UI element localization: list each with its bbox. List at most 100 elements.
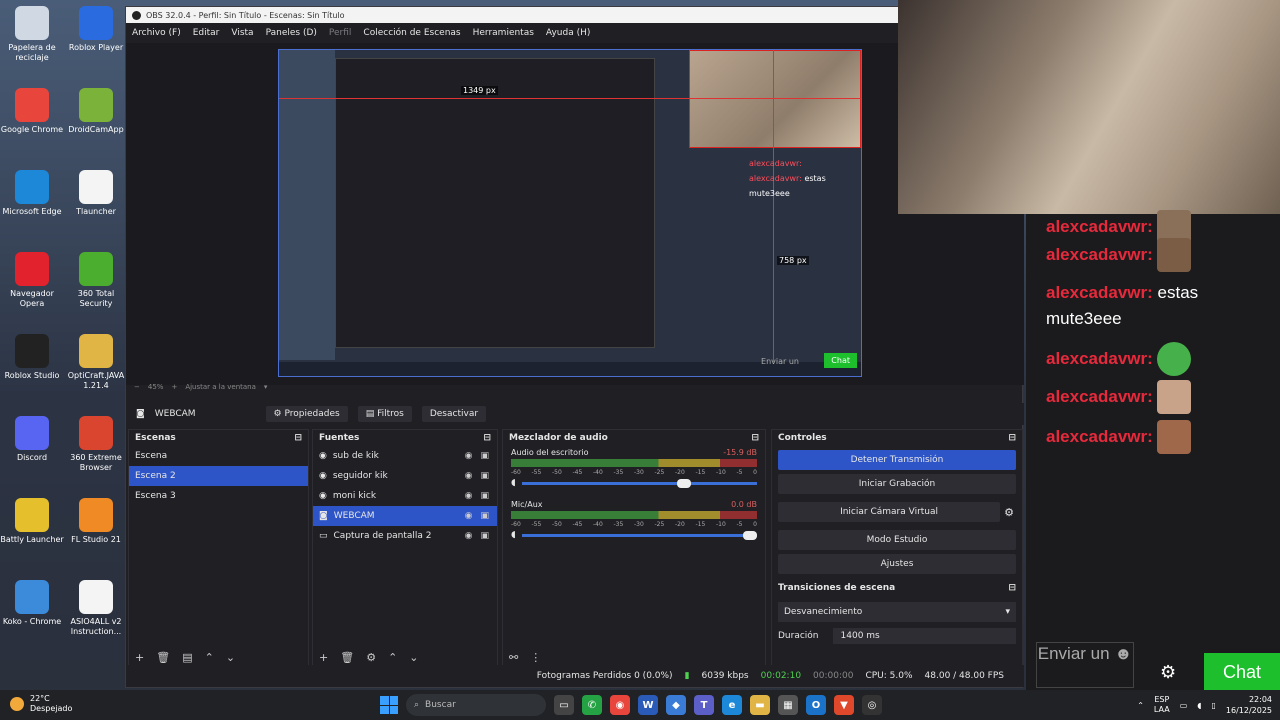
desktop-icon[interactable]: Koko - Chrome xyxy=(0,580,64,627)
trash-icon[interactable]: 🗑 xyxy=(340,651,354,664)
fit-window-label[interactable]: Ajustar a la ventana xyxy=(185,383,256,391)
speaker-icon[interactable]: ◖ xyxy=(511,478,516,488)
taskbar-search[interactable]: ⌕ Buscar xyxy=(406,694,546,716)
lock-icon[interactable]: ▣ xyxy=(480,511,489,521)
arrow-up-icon[interactable]: ⌃ xyxy=(205,651,214,664)
trash-icon[interactable]: 🗑 xyxy=(156,651,170,664)
chevron-up-icon[interactable]: ⌃ xyxy=(1137,701,1144,710)
menu-perfil[interactable]: Perfil xyxy=(329,28,352,38)
source-item[interactable]: ◉ sub de kik ◉ ▣ xyxy=(313,446,497,466)
dock-menu-icon[interactable]: ⊟ xyxy=(483,433,491,443)
webcam-source-box[interactable] xyxy=(689,50,861,148)
teams-icon[interactable]: T xyxy=(694,695,714,715)
gear-icon[interactable]: ⚙ xyxy=(1004,506,1014,519)
speaker-icon[interactable]: ◖ xyxy=(511,530,516,540)
dock-menu-icon[interactable]: ⊟ xyxy=(751,433,759,443)
link-icon[interactable]: ⚯ xyxy=(509,651,518,664)
scene-item[interactable]: Escena 3 xyxy=(129,486,308,506)
studio-mode-button[interactable]: Modo Estudio xyxy=(778,530,1016,550)
desktop-icon[interactable]: Papelera de reciclaje xyxy=(0,6,64,63)
lock-icon[interactable]: ▣ xyxy=(480,471,489,481)
eye-icon[interactable]: ◉ xyxy=(465,531,473,541)
desktop-icon[interactable]: OptiCraft.JAVA 1.21.4 xyxy=(64,334,128,391)
obs-icon[interactable]: ◎ xyxy=(862,695,882,715)
language-indicator[interactable]: ESP LAA xyxy=(1154,695,1170,715)
menu-vista[interactable]: Vista xyxy=(231,28,253,38)
volume-knob[interactable] xyxy=(743,530,757,540)
desktop-icon[interactable]: 360 Extreme Browser xyxy=(64,416,128,473)
menu-paneles[interactable]: Paneles (D) xyxy=(266,28,317,38)
edge-icon[interactable]: e xyxy=(722,695,742,715)
eye-icon[interactable]: ◉ xyxy=(465,491,473,501)
volume-knob[interactable] xyxy=(677,478,692,488)
chat-button[interactable]: Chat xyxy=(1204,653,1280,691)
gear-icon[interactable]: ⚙ xyxy=(366,651,376,664)
dock-menu-icon[interactable]: ⊟ xyxy=(1008,583,1016,593)
eye-icon[interactable]: ◉ xyxy=(465,451,473,461)
chevron-down-icon[interactable]: ▾ xyxy=(264,383,268,391)
zoom-out-icon[interactable]: − xyxy=(134,383,140,391)
desktop-icon[interactable]: DroidCamApp xyxy=(64,88,128,135)
desktop-icon[interactable]: Discord xyxy=(0,416,64,463)
lock-icon[interactable]: ▣ xyxy=(480,491,489,501)
desktop-icon[interactable]: Battly Launcher xyxy=(0,498,64,545)
source-item[interactable]: ◙ WEBCAM ◉ ▣ xyxy=(313,506,497,526)
arrow-down-icon[interactable]: ⌄ xyxy=(226,651,235,664)
source-item[interactable]: ▭ Captura de pantalla 2 ◉ ▣ xyxy=(313,526,497,546)
zoom-in-icon[interactable]: + xyxy=(171,383,177,391)
menu-coleccion[interactable]: Colección de Escenas xyxy=(363,28,460,38)
dock-menu-icon[interactable]: ⊟ xyxy=(294,433,302,443)
desktop-icon[interactable]: Navegador Opera xyxy=(0,252,64,309)
properties-button[interactable]: ⚙ Propiedades xyxy=(265,406,348,422)
virtual-cam-button[interactable]: Iniciar Cámara Virtual xyxy=(778,502,1001,522)
volume-icon[interactable]: ◖ xyxy=(1197,701,1201,710)
volume-slider[interactable] xyxy=(521,478,757,488)
desktop-icon[interactable]: ASIO4ALL v2 Instruction... xyxy=(64,580,128,637)
clock[interactable]: 22:04 16/12/2025 xyxy=(1226,694,1272,716)
arrow-up-icon[interactable]: ⌃ xyxy=(388,651,397,664)
add-icon[interactable]: + xyxy=(319,651,328,664)
lock-icon[interactable]: ▣ xyxy=(480,451,489,461)
menu-archivo[interactable]: Archivo (F) xyxy=(132,28,181,38)
volume-slider[interactable] xyxy=(521,530,757,540)
emoji-icon[interactable]: ☻ xyxy=(1114,644,1132,663)
whatsapp-icon[interactable]: ✆ xyxy=(582,695,602,715)
add-icon[interactable]: + xyxy=(135,651,144,664)
menu-editar[interactable]: Editar xyxy=(193,28,220,38)
desktop-icon[interactable]: Tlauncher xyxy=(64,170,128,217)
settings-button[interactable]: Ajustes xyxy=(778,554,1016,574)
source-item[interactable]: ◉ seguidor kik ◉ ▣ xyxy=(313,466,497,486)
desktop-icon[interactable]: Roblox Studio xyxy=(0,334,64,381)
lock-icon[interactable]: ▣ xyxy=(480,531,489,541)
weather-widget[interactable]: 22°C Despejado xyxy=(10,694,72,714)
desktop-icon[interactable]: Google Chrome xyxy=(0,88,64,135)
deactivate-button[interactable]: Desactivar xyxy=(421,406,487,422)
scene-item[interactable]: Escena xyxy=(129,446,308,466)
duration-input[interactable]: 1400 ms xyxy=(832,628,1016,644)
menu-herramientas[interactable]: Herramientas xyxy=(473,28,534,38)
word-icon[interactable]: W xyxy=(638,695,658,715)
desktop-icon[interactable]: 360 Total Security xyxy=(64,252,128,309)
desktop-icon[interactable]: Roblox Player xyxy=(64,6,128,53)
copilot-icon[interactable]: ◆ xyxy=(666,695,686,715)
stop-stream-button[interactable]: Detener Transmisión xyxy=(778,450,1016,470)
filters-button[interactable]: ▤ Filtros xyxy=(357,406,412,422)
outlook-icon[interactable]: O xyxy=(806,695,826,715)
transition-select[interactable]: Desvanecimiento ▾ xyxy=(778,602,1016,622)
eye-icon[interactable]: ◉ xyxy=(465,511,473,521)
preview-canvas[interactable]: 1349 px 758 px alexcadavwr: alexcadavwr:… xyxy=(278,49,862,377)
arrow-down-icon[interactable]: ⌄ xyxy=(409,651,418,664)
gear-icon[interactable]: ⚙ xyxy=(1160,662,1176,683)
folder-icon[interactable]: ▬ xyxy=(750,695,770,715)
chrome-icon[interactable]: ◉ xyxy=(610,695,630,715)
network-icon[interactable]: ▭ xyxy=(1180,701,1188,710)
start-recording-button[interactable]: Iniciar Grabación xyxy=(778,474,1016,494)
store-icon[interactable]: ▦ xyxy=(778,695,798,715)
windows-start-icon[interactable] xyxy=(380,696,398,714)
task-view-icon[interactable]: ▭ xyxy=(554,695,574,715)
eye-icon[interactable]: ◉ xyxy=(465,471,473,481)
scene-item[interactable]: Escena 2 xyxy=(129,466,308,486)
menu-ayuda[interactable]: Ayuda (H) xyxy=(546,28,590,38)
filter-icon[interactable]: ▤ xyxy=(182,651,192,664)
battery-icon[interactable]: ▯ xyxy=(1211,701,1215,710)
